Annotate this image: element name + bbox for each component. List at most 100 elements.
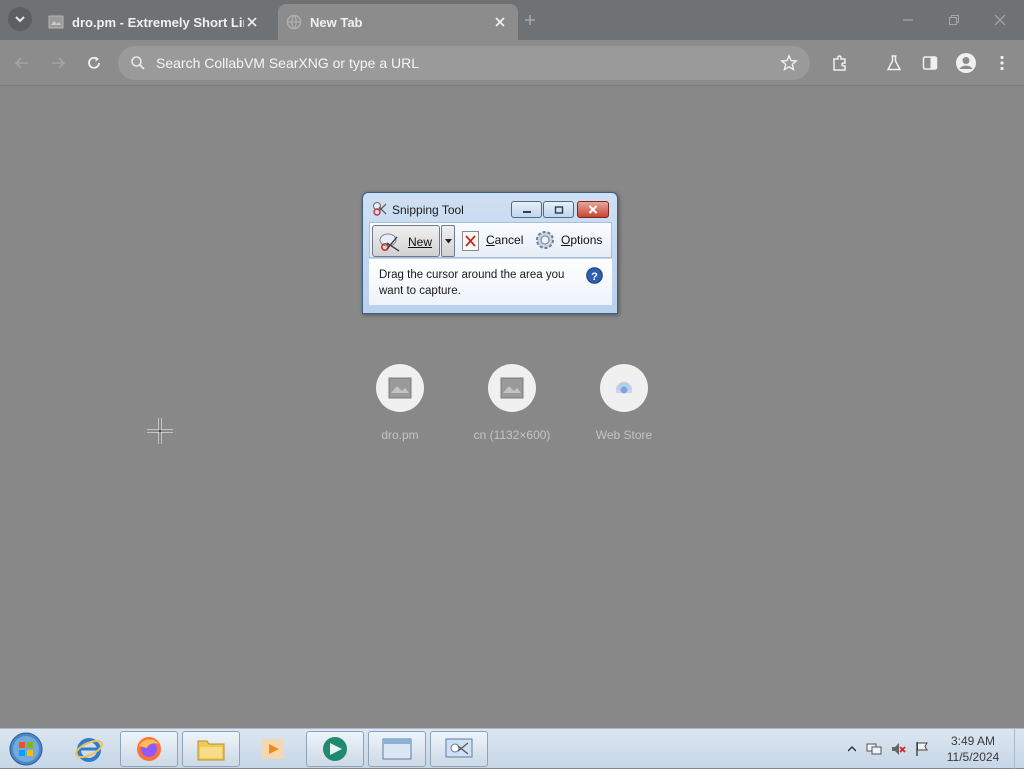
- cancel-icon[interactable]: [462, 231, 480, 251]
- browser-toolbar: Search CollabVM SearXNG or type a URL: [0, 40, 1024, 86]
- more-vert-icon: [1000, 55, 1004, 71]
- gear-icon[interactable]: [534, 229, 556, 251]
- start-button[interactable]: [6, 731, 46, 767]
- globe-icon: [286, 14, 302, 30]
- clock-time: 3:49 AM: [950, 734, 996, 748]
- maximize-button[interactable]: [543, 201, 574, 218]
- taskbar-app[interactable]: [306, 731, 364, 767]
- caret-down-icon: [444, 238, 452, 243]
- minimize-icon: [522, 210, 531, 213]
- window-restore-button[interactable]: [944, 10, 964, 30]
- address-bar-placeholder: Search CollabVM SearXNG or type a URL: [156, 55, 419, 71]
- close-icon: [994, 14, 1006, 26]
- window-minimize-button[interactable]: [898, 10, 918, 30]
- tab-close-button[interactable]: [492, 14, 508, 30]
- new-snip-button[interactable]: New: [372, 225, 440, 257]
- options-button[interactable]: Options: [561, 233, 602, 247]
- tab-strip: dro.pm - Extremely Short Link New Tab: [0, 0, 1024, 40]
- crosshair-cursor-icon: [147, 418, 173, 444]
- tab-close-button[interactable]: [244, 14, 260, 30]
- taskbar-firefox[interactable]: [120, 731, 178, 767]
- cancel-button[interactable]: Cancel: [486, 233, 523, 247]
- forward-button[interactable]: [46, 51, 70, 75]
- search-icon: [131, 56, 145, 70]
- tray-network[interactable]: [866, 741, 882, 757]
- tab-title: New Tab: [310, 14, 363, 30]
- address-bar[interactable]: Search CollabVM SearXNG or type a URL: [118, 46, 810, 80]
- minimize-button[interactable]: [511, 201, 542, 218]
- flag-icon: [916, 742, 928, 756]
- system-clock[interactable]: 3:49 AM 11/5/2024: [936, 733, 1010, 765]
- back-button[interactable]: [10, 51, 34, 75]
- side-panel-icon: [922, 56, 938, 70]
- media-player-icon: [262, 739, 284, 759]
- side-panel-button[interactable]: [918, 51, 942, 75]
- profile-button[interactable]: [954, 51, 978, 75]
- instruction-text: Drag the cursor around the area you want…: [379, 269, 565, 297]
- close-button[interactable]: [577, 201, 609, 218]
- extensions-button[interactable]: [828, 51, 852, 75]
- taskbar-window[interactable]: [368, 731, 426, 767]
- tab-search-button[interactable]: [8, 7, 32, 31]
- scissors-icon: [373, 202, 387, 216]
- chevron-down-icon: [15, 16, 25, 23]
- folder-icon: [197, 740, 225, 761]
- shortcut-label: Web Store: [595, 428, 653, 442]
- tray-volume[interactable]: [890, 741, 906, 757]
- taskbar-snipping-tool[interactable]: [430, 731, 488, 767]
- tab-title: dro.pm - Extremely Short Link: [72, 14, 244, 30]
- taskbar-media-player[interactable]: [244, 731, 302, 767]
- puzzle-icon: [833, 55, 846, 71]
- app-circle-icon: [323, 737, 347, 761]
- snipping-tool-titlebar[interactable]: Snipping Tool: [363, 193, 617, 221]
- help-icon[interactable]: ?: [586, 267, 603, 284]
- snipping-tool-body: Drag the cursor around the area you want…: [369, 259, 612, 305]
- taskbar-explorer[interactable]: [182, 731, 240, 767]
- reload-button[interactable]: [82, 51, 106, 75]
- tray-action-center[interactable]: [914, 741, 930, 757]
- avatar-icon: [956, 53, 976, 73]
- show-hidden-icons-button[interactable]: [844, 741, 860, 757]
- image-placeholder-icon: [500, 377, 524, 399]
- tab-dro-pm[interactable]: dro.pm - Extremely Short Link: [40, 4, 270, 40]
- web-store-icon: [616, 382, 632, 394]
- close-icon: [247, 17, 257, 27]
- snip-mode-dropdown[interactable]: [441, 225, 455, 257]
- shortcut-label: cn (1132×600): [473, 428, 551, 442]
- arrow-right-icon: [52, 57, 66, 69]
- menu-button[interactable]: [990, 51, 1014, 75]
- minimize-icon: [903, 19, 913, 21]
- page-favicon-icon: [48, 15, 64, 29]
- taskbar: 3:49 AM 11/5/2024: [0, 728, 1024, 769]
- window-title: Snipping Tool: [392, 203, 464, 217]
- new-snip-icon: [379, 233, 400, 252]
- star-icon[interactable]: [780, 54, 798, 72]
- snipping-tool-window: Snipping Tool New Cancel Options Drag th…: [362, 192, 618, 314]
- internet-explorer-icon: [75, 738, 103, 762]
- shortcut-favicon: [600, 364, 648, 412]
- close-icon: [495, 17, 505, 27]
- snipping-tool-icon: [445, 738, 473, 758]
- taskbar-ie[interactable]: [60, 731, 118, 767]
- show-desktop-button[interactable]: [1014, 729, 1024, 769]
- shortcut-tile[interactable]: cn (1132×600): [456, 364, 568, 442]
- chevron-up-icon: [848, 746, 856, 752]
- network-icon: [866, 743, 882, 755]
- image-placeholder-icon: [388, 377, 412, 399]
- window-thumbnail-icon: [382, 738, 412, 760]
- close-icon: [588, 205, 598, 214]
- shortcut-favicon: [488, 364, 536, 412]
- restore-icon: [949, 15, 959, 25]
- clock-date: 11/5/2024: [946, 750, 1000, 764]
- shortcut-tile[interactable]: Web Store: [568, 364, 680, 442]
- window-close-button[interactable]: [990, 10, 1010, 30]
- speaker-muted-icon: [892, 743, 906, 755]
- firefox-icon: [137, 737, 161, 761]
- tab-new-tab[interactable]: New Tab: [278, 4, 518, 40]
- shortcut-tile[interactable]: dro.pm: [344, 364, 456, 442]
- shortcut-favicon: [376, 364, 424, 412]
- labs-button[interactable]: [882, 51, 906, 75]
- new-tab-button[interactable]: [520, 10, 540, 30]
- svg-text:?: ?: [591, 271, 598, 283]
- maximize-icon: [554, 205, 563, 214]
